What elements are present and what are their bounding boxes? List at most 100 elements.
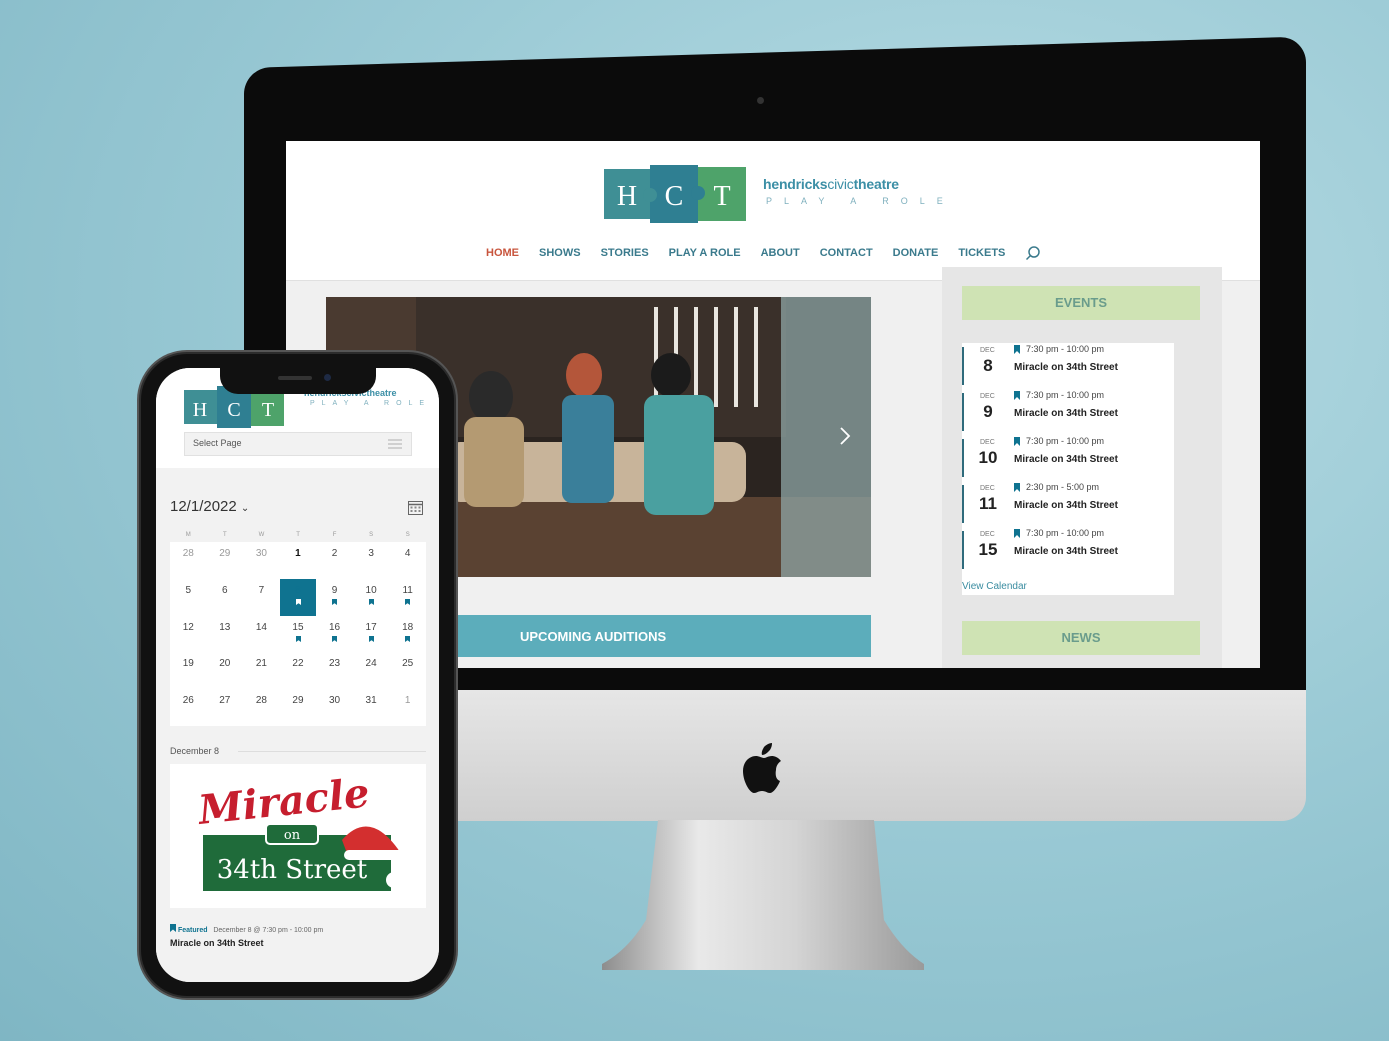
svg-text:C: C	[227, 399, 240, 421]
calendar-day-cell[interactable]: 30	[243, 542, 280, 579]
calendar-day-cell[interactable]: 10	[353, 579, 390, 616]
event-title[interactable]: Miracle on 34th Street	[1014, 454, 1118, 465]
event-month: DEC	[980, 531, 995, 538]
calendar-day-cell[interactable]: 6	[207, 579, 244, 616]
calendar-day-cell[interactable]: 16	[316, 616, 353, 653]
nav-donate[interactable]: DONATE	[893, 247, 939, 259]
event-accent-bar	[962, 347, 964, 385]
calendar-day-number: 18	[402, 621, 414, 633]
bookmark-icon	[1014, 529, 1020, 538]
chevron-right-icon[interactable]	[838, 426, 852, 446]
event-month: DEC	[980, 439, 995, 446]
event-item[interactable]: DEC 9 7:30 pm - 10:00 pm Miracle on 34th St…	[962, 389, 1174, 435]
day-divider	[238, 751, 426, 752]
event-item[interactable]: DEC 11 2:30 pm - 5:00 pm Miracle on 34th St…	[962, 481, 1174, 527]
calendar-day-number: 11	[402, 584, 413, 596]
calendar-date-picker[interactable]: 12/1/2022 ⌄	[170, 498, 249, 515]
calendar-day-cell[interactable]: 4	[389, 542, 426, 579]
event-title[interactable]: Miracle on 34th Street	[1014, 362, 1118, 373]
calendar-day-number: 31	[365, 695, 377, 707]
calendar-day-number: 30	[328, 695, 341, 707]
event-time: 7:30 pm - 10:00 pm	[1026, 528, 1105, 538]
calendar-day-cell[interactable]: 9	[316, 579, 353, 616]
nav-contact[interactable]: CONTACT	[820, 247, 873, 259]
calendar-day-cell[interactable]: 27	[207, 689, 244, 726]
brand-tagline: PLAY A ROLE	[766, 196, 955, 206]
event-accent-bar	[962, 439, 964, 477]
nav-about[interactable]: ABOUT	[761, 247, 800, 259]
calendar-day-cell[interactable]: 13	[207, 616, 244, 653]
calendar-day-cell[interactable]: 8	[279, 578, 317, 616]
monitor-stand	[602, 820, 924, 970]
event-title[interactable]: Miracle on 34th Street	[1014, 500, 1118, 511]
event-item[interactable]: DEC 15 7:30 pm - 10:00 pm Miracle on 34th S…	[962, 527, 1174, 573]
nav-shows[interactable]: SHOWS	[539, 247, 581, 259]
weekday-label: S	[405, 532, 410, 538]
event-title[interactable]: Miracle on 34th Street	[1014, 408, 1118, 419]
calendar-icon[interactable]	[408, 500, 423, 515]
phone-device: H C T hendrickscivictheatre PLAY A ROLE …	[141, 354, 454, 996]
calendar-day-cell[interactable]: 26	[170, 689, 207, 726]
featured-event-title[interactable]: Miracle on 34th Street	[170, 938, 264, 948]
event-item[interactable]: DEC 8 7:30 pm - 10:00 pm Miracle on 34th St…	[962, 343, 1174, 389]
event-title[interactable]: Miracle on 34th Street	[1014, 546, 1118, 557]
calendar-day-cell[interactable]: 7	[243, 579, 280, 616]
phone-camera	[324, 374, 331, 381]
calendar-day-cell[interactable]: 25	[389, 652, 426, 689]
calendar-day-cell[interactable]: 31	[353, 689, 390, 726]
featured-event-poster[interactable]: Miracle on 34th Street	[170, 764, 426, 908]
select-page-menu[interactable]: Select Page	[184, 432, 412, 456]
main-nav: HOME SHOWS STORIES PLAY A ROLE ABOUT CON…	[486, 245, 1041, 261]
calendar-day-number: 19	[182, 658, 194, 670]
nav-home[interactable]: HOME	[486, 247, 519, 259]
calendar-day-cell[interactable]: 2	[316, 542, 353, 579]
calendar-day-cell[interactable]: 12	[170, 616, 207, 653]
calendar-day-cell[interactable]: 21	[243, 652, 280, 689]
calendar-day-cell[interactable]: 30	[316, 689, 353, 726]
calendar-day-number: 24	[365, 658, 377, 670]
svg-text:H: H	[193, 399, 207, 421]
calendar-day-number: 6	[222, 584, 228, 596]
calendar-day-cell[interactable]: 29	[207, 542, 244, 579]
calendar-day-cell[interactable]: 29	[280, 689, 317, 726]
bookmark-icon	[332, 635, 338, 642]
calendar-day-cell[interactable]: 17	[353, 616, 390, 653]
event-item[interactable]: DEC 10 7:30 pm - 10:00 pm Miracle on 34th S…	[962, 435, 1174, 481]
calendar-day-cell[interactable]: 28	[170, 542, 207, 579]
calendar-day-cell[interactable]: 24	[353, 652, 390, 689]
mobile-calendar: 12/1/2022 ⌄ MTWTFSS 28 29 30 1 2 3 4 5 6 7 8 9 10 11 1…	[156, 484, 439, 982]
calendar-day-cell[interactable]: 18	[389, 616, 426, 653]
calendar-day-number: 2	[331, 548, 338, 559]
calendar-day-cell[interactable]: 19	[170, 652, 207, 689]
calendar-day-number: 29	[219, 548, 231, 559]
nav-tickets[interactable]: TICKETS	[958, 247, 1005, 259]
nav-stories[interactable]: STORIES	[601, 247, 649, 259]
calendar-day-number: 28	[255, 695, 267, 707]
calendar-day-cell[interactable]: 1	[280, 542, 317, 579]
svg-text:T: T	[262, 399, 274, 421]
calendar-day-cell[interactable]: 1	[389, 689, 426, 726]
calendar-day-cell[interactable]: 3	[353, 542, 390, 579]
calendar-day-cell[interactable]: 23	[316, 652, 353, 689]
calendar-day-number: 7	[258, 584, 265, 596]
calendar-day-number: 28	[182, 548, 194, 559]
search-icon[interactable]	[1025, 245, 1041, 261]
calendar-day-cell[interactable]: 11	[389, 579, 426, 616]
calendar-day-cell[interactable]: 5	[170, 579, 207, 616]
calendar-grid: 28 29 30 1 2 3 4 5 6 7 8 9 10 11 12 13 14 15 16 17 18 19 20 21 2…	[170, 542, 426, 726]
nav-play-a-role[interactable]: PLAY A ROLE	[669, 247, 741, 259]
hct-puzzle-logo[interactable]: H C T	[604, 165, 746, 223]
site-header: H C T hendrickscivictheatre PLAY A ROLE …	[286, 141, 1260, 281]
calendar-day-number: 25	[402, 658, 414, 670]
calendar-day-cell[interactable]: 22	[280, 652, 317, 689]
calendar-day-cell[interactable]: 20	[207, 652, 244, 689]
calendar-day-cell[interactable]: 28	[243, 689, 280, 726]
hamburger-menu-icon[interactable]	[388, 439, 402, 449]
events-heading: EVENTS	[962, 286, 1200, 320]
bookmark-icon	[295, 598, 301, 605]
phone-notch	[220, 368, 376, 394]
view-calendar-link[interactable]: View Calendar	[962, 581, 1027, 592]
calendar-day-number: 8	[295, 584, 301, 596]
calendar-day-cell[interactable]: 14	[243, 616, 280, 653]
calendar-day-cell[interactable]: 15	[280, 616, 317, 653]
